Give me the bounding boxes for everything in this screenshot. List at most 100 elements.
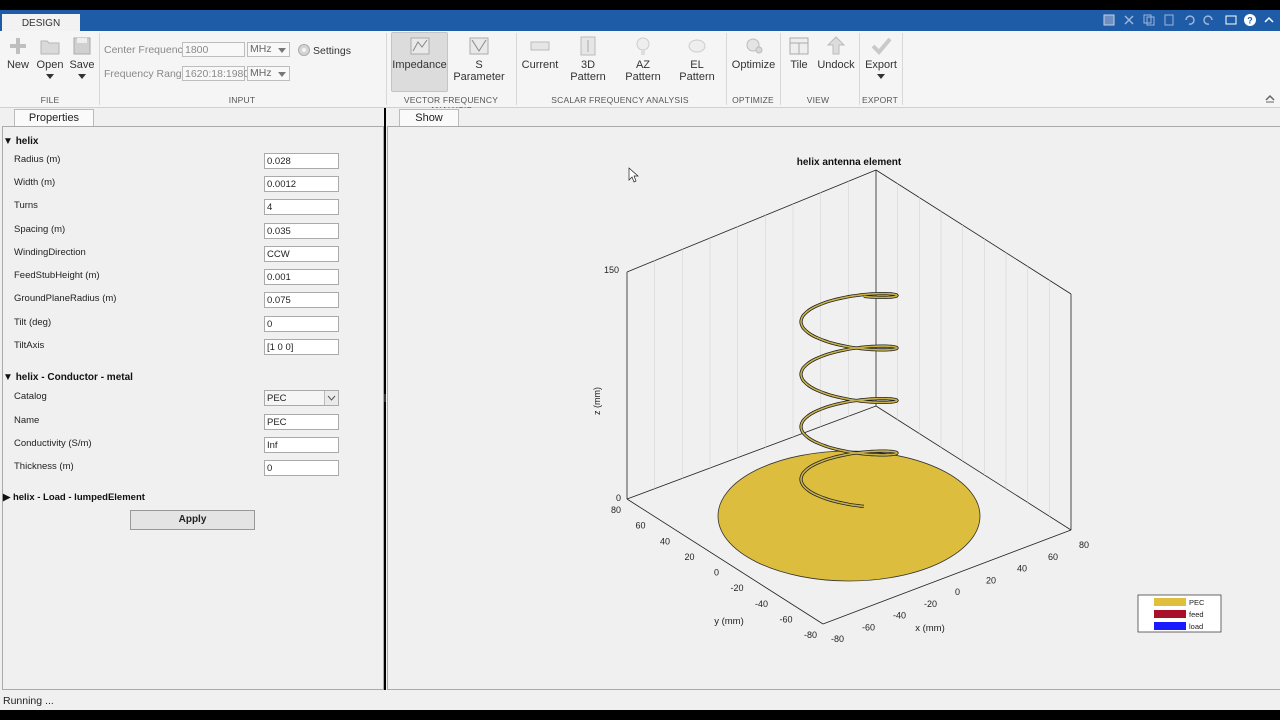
ribbon: New Open Save FILE Center Frequency 1800… xyxy=(0,31,1280,115)
az-pattern-button[interactable]: AZ Pattern xyxy=(618,33,668,83)
export-button[interactable]: Export xyxy=(864,33,898,81)
name-input[interactable]: PEC xyxy=(264,414,339,430)
winding-direction-input[interactable]: CCW xyxy=(264,246,339,262)
optimize-button[interactable]: Optimize xyxy=(731,33,776,71)
x-tick-label: -80 xyxy=(831,634,844,644)
undo-icon[interactable] xyxy=(1182,13,1196,27)
x-tick-label: 80 xyxy=(1079,540,1089,550)
z-axis-label: z (mm) xyxy=(592,387,602,415)
group-label-view: VIEW xyxy=(806,95,830,105)
show-panel: Show helix antenna element 150 0 z (mm) … xyxy=(386,108,1280,690)
tilt-axis-input[interactable]: [1 0 0] xyxy=(264,339,339,355)
copy-icon[interactable] xyxy=(1142,13,1156,27)
apply-button[interactable]: Apply xyxy=(130,510,255,530)
cut-icon[interactable] xyxy=(1122,13,1136,27)
y-tick-label: 20 xyxy=(684,552,694,562)
radius-input[interactable]: 0.028 xyxy=(264,153,339,169)
group-label-optimize: OPTIMIZE xyxy=(732,95,774,105)
ground-plane-radius-label: GroundPlaneRadius (m) xyxy=(14,293,117,304)
turns-label: Turns xyxy=(14,200,38,211)
frequency-range-input[interactable]: 1620:18:1980 xyxy=(182,66,249,81)
ribbon-separator xyxy=(726,33,727,105)
spacing-input[interactable]: 0.035 xyxy=(264,223,339,239)
legend-swatch-feed xyxy=(1154,610,1186,618)
tab-design[interactable]: DESIGN xyxy=(2,12,80,31)
export-dropdown-icon[interactable] xyxy=(876,73,886,81)
ground-plane-radius-input[interactable]: 0.075 xyxy=(264,292,339,308)
undock-button[interactable]: Undock xyxy=(817,33,855,71)
group-label-export: EXPORT xyxy=(862,95,898,105)
x-tick-label: 20 xyxy=(986,575,996,585)
ground-plane-disk xyxy=(717,450,981,582)
current-button[interactable]: Current xyxy=(521,33,559,71)
group-label-scalar: SCALAR FREQUENCY ANALYSIS xyxy=(551,95,689,105)
save-quick-icon[interactable] xyxy=(1102,13,1116,27)
x-axis-label: x (mm) xyxy=(915,623,945,634)
open-dropdown-icon[interactable] xyxy=(45,73,55,81)
catalog-select[interactable]: PEC xyxy=(264,390,339,406)
y-tick-label: -40 xyxy=(755,599,768,609)
center-frequency-unit-select[interactable]: MHz xyxy=(247,42,290,57)
save-dropdown-icon[interactable] xyxy=(77,73,87,81)
gear-icon[interactable] xyxy=(297,43,311,57)
current-icon xyxy=(530,41,550,51)
y-tick-label: -20 xyxy=(730,583,743,593)
thickness-label: Thickness (m) xyxy=(14,461,74,472)
chevron-down-icon xyxy=(324,391,338,405)
y-tick-label: 0 xyxy=(714,568,719,578)
el-pattern-icon xyxy=(688,39,706,53)
ribbon-separator xyxy=(99,33,100,105)
catalog-value: PEC xyxy=(267,393,287,404)
impedance-button[interactable]: Impedance xyxy=(391,32,448,92)
chevron-down-icon xyxy=(278,72,286,77)
tilt-input[interactable]: 0 xyxy=(264,316,339,332)
settings-button[interactable]: Settings xyxy=(313,45,351,57)
frequency-range-unit-select[interactable]: MHz xyxy=(247,66,290,81)
plot-legend[interactable]: PEC feed load xyxy=(1137,594,1222,633)
open-button[interactable]: Open xyxy=(36,33,64,81)
bottom-black-bar xyxy=(0,710,1280,720)
s-parameter-button[interactable]: S Parameter xyxy=(450,33,508,83)
feed-stub-height-input[interactable]: 0.001 xyxy=(264,269,339,285)
save-button[interactable]: Save xyxy=(68,33,96,81)
collapse-ribbon-icon[interactable] xyxy=(1262,13,1276,27)
section-load[interactable]: ▶ helix - Load - lumpedElement xyxy=(3,492,145,503)
ribbon-separator xyxy=(386,33,387,105)
properties-panel: Properties ▼ helix Radius (m) 0.028 Widt… xyxy=(0,108,384,690)
3d-pattern-icon xyxy=(580,36,596,56)
disk-icon xyxy=(73,37,91,55)
y-axis-label: y (mm) xyxy=(714,616,744,627)
section-conductor[interactable]: ▼ helix - Conductor - metal xyxy=(3,372,133,383)
paste-icon[interactable] xyxy=(1162,13,1176,27)
help-icon[interactable]: ? xyxy=(1243,13,1257,27)
new-button[interactable]: New xyxy=(4,33,32,71)
minimize-ribbon-icon[interactable] xyxy=(1264,93,1276,103)
el-pattern-button[interactable]: EL Pattern xyxy=(673,33,721,83)
tile-button[interactable]: Tile xyxy=(786,33,812,71)
x-tick-label: -60 xyxy=(862,622,875,632)
svg-text:?: ? xyxy=(1247,16,1253,26)
tab-show[interactable]: Show xyxy=(399,109,459,127)
spacing-label: Spacing (m) xyxy=(14,224,66,235)
y-tick-label: -60 xyxy=(779,614,792,624)
ribbon-tabstrip: DESIGN ? xyxy=(0,10,1280,31)
section-title: helix - Load - lumpedElement xyxy=(12,492,145,503)
3d-pattern-button[interactable]: 3D Pattern xyxy=(563,33,613,83)
tilt-axis-label: TiltAxis xyxy=(14,340,45,351)
thickness-input[interactable]: 0 xyxy=(264,460,339,476)
legend-label-pec: PEC xyxy=(1189,598,1205,607)
window-switch-icon[interactable] xyxy=(1224,13,1238,27)
redo-icon[interactable] xyxy=(1202,13,1216,27)
antenna-3d-plot[interactable]: helix antenna element 150 0 z (mm) y (mm… xyxy=(388,127,1280,689)
center-frequency-input[interactable]: 1800 xyxy=(182,42,245,57)
width-input[interactable]: 0.0012 xyxy=(264,176,339,192)
x-tick-label: 40 xyxy=(1017,564,1027,574)
radius-label: Radius (m) xyxy=(14,154,61,165)
section-helix[interactable]: ▼ helix xyxy=(3,136,38,147)
conductivity-input[interactable]: Inf xyxy=(264,437,339,453)
frequency-range-label: Frequency Range xyxy=(104,68,188,80)
triangle-down-icon: ▼ xyxy=(3,136,16,147)
tab-properties[interactable]: Properties xyxy=(14,109,94,127)
ribbon-separator xyxy=(516,33,517,105)
turns-input[interactable]: 4 xyxy=(264,199,339,215)
